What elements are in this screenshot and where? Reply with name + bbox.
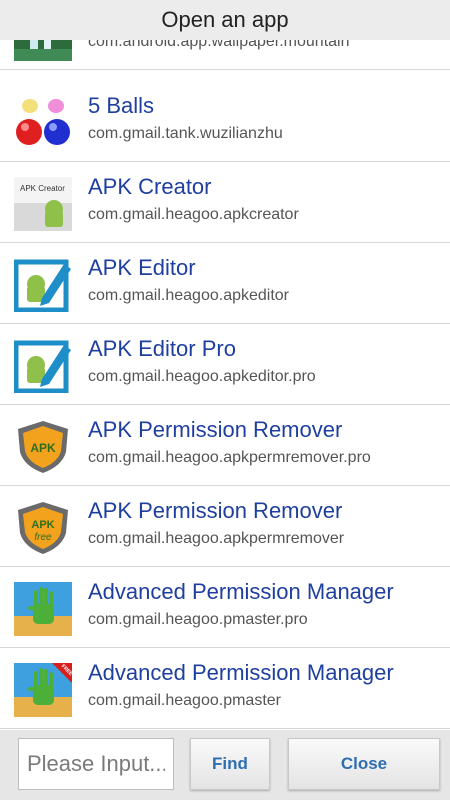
app-name: APK Editor Pro — [88, 336, 236, 361]
svg-text:free: free — [34, 532, 52, 543]
app-package: com.gmail.heagoo.pmaster.pro — [88, 611, 308, 628]
app-row-5-balls[interactable]: 5 Balls com.gmail.tank.wuzilianzhu — [0, 81, 450, 162]
svg-text:APK Creator: APK Creator — [20, 184, 65, 193]
app-package: com.gmail.heagoo.apkeditor — [88, 287, 290, 304]
apk-editor-icon — [14, 259, 71, 312]
app-row-advanced-permission-manager-pro[interactable]: Advanced Permission Manager com.gmail.he… — [0, 567, 450, 648]
app-row-advanced-permission-manager[interactable]: FREE Advanced Permission Manager com.gma… — [0, 648, 450, 729]
app-name: APK Permission Remover — [88, 417, 343, 442]
dialog-title: Open an app — [161, 7, 289, 32]
app-name: APK Editor — [88, 255, 196, 280]
shield-apk-free-icon: APK free — [18, 502, 68, 554]
app-name: APK Creator — [88, 174, 212, 199]
app-row-apk-editor[interactable]: APK Editor com.gmail.heagoo.apkeditor — [0, 243, 450, 324]
app-name: Advanced Permission Manager — [88, 660, 394, 685]
app-package: com.gmail.heagoo.apkpermremover.pro — [88, 449, 371, 466]
app-package: com.gmail.heagoo.apkpermremover — [88, 530, 345, 547]
dialog-header: Open an app — [0, 0, 450, 40]
app-package: com.gmail.tank.wuzilianzhu — [88, 125, 283, 142]
app-row-apk-permission-remover[interactable]: APK free APK Permission Remover com.gmai… — [0, 486, 450, 567]
colored-balls-icon — [16, 99, 70, 145]
app-name: Advanced Permission Manager — [88, 579, 394, 604]
svg-text:APK: APK — [30, 441, 56, 455]
find-button[interactable]: Find — [190, 738, 270, 790]
app-row-apk-editor-pro[interactable]: APK Editor Pro com.gmail.heagoo.apkedito… — [0, 324, 450, 405]
search-input[interactable] — [18, 738, 174, 790]
svg-text:APK: APK — [31, 519, 54, 531]
shield-apk-icon: APK — [18, 421, 68, 473]
app-package: com.gmail.heagoo.pmaster — [88, 692, 281, 709]
dialog-footer: Find Close — [0, 730, 450, 800]
app-name: APK Permission Remover — [88, 498, 343, 523]
green-hand-icon — [14, 582, 72, 636]
app-name: 5 Balls — [88, 93, 155, 118]
app-package: com.gmail.heagoo.apkeditor.pro — [88, 368, 316, 385]
app-row-apk-permission-remover-pro[interactable]: APK APK Permission Remover com.gmail.hea… — [0, 405, 450, 486]
close-button[interactable]: Close — [288, 738, 440, 790]
apk-editor-icon — [14, 340, 71, 393]
apk-creator-icon: APK Creator — [14, 177, 72, 231]
app-list: com.android.app.wallpaper.mountain 5 Bal… — [0, 0, 450, 730]
green-hand-free-icon: FREE — [14, 663, 72, 717]
app-package: com.gmail.heagoo.apkcreator — [88, 206, 299, 223]
app-row-apk-creator[interactable]: APK Creator APK Creator com.gmail.heagoo… — [0, 162, 450, 243]
